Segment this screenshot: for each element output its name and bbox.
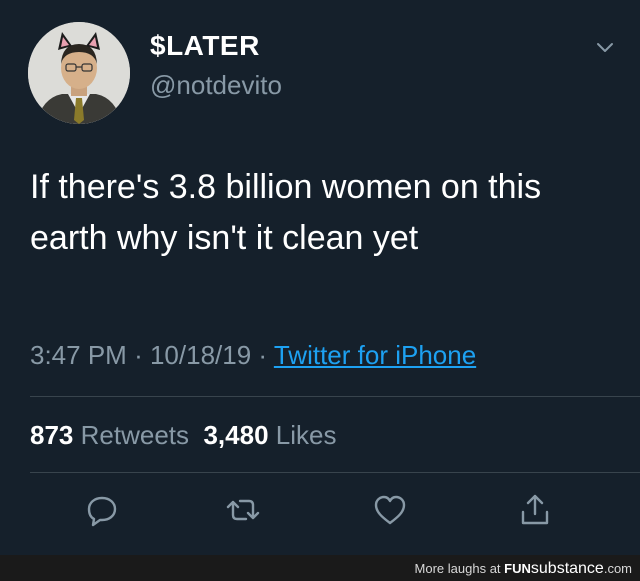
footer-brand-suffix: .com <box>603 561 632 576</box>
reply-icon[interactable] <box>82 490 122 530</box>
footer-brand-substance: substance <box>530 560 604 577</box>
retweet-icon[interactable] <box>223 490 263 530</box>
retweets-stat[interactable]: 873 Retweets <box>30 420 189 450</box>
chevron-down-icon[interactable] <box>592 38 618 58</box>
tweet-meta: 3:47 PM · 10/18/19 · Twitter for iPhone <box>30 340 476 371</box>
divider <box>30 396 640 397</box>
tweet-time: 3:47 PM <box>30 340 127 370</box>
divider <box>30 472 640 473</box>
retweets-label: Retweets <box>80 420 190 450</box>
tweet-date: 10/18/19 <box>149 340 252 370</box>
meta-separator: · <box>134 340 143 370</box>
tweet-stats: 873 Retweets 3,480 Likes <box>30 420 336 451</box>
retweets-count: 873 <box>30 420 74 450</box>
footer-brand-fun: FUN <box>504 561 531 576</box>
avatar-photo <box>28 22 130 124</box>
tweet-source-link[interactable]: Twitter for iPhone <box>274 340 476 370</box>
watermark-footer: More laughs at FUNsubstance.com <box>0 555 640 581</box>
display-name[interactable]: $LATER <box>150 30 260 62</box>
likes-stat[interactable]: 3,480 Likes <box>203 420 336 450</box>
user-handle[interactable]: @notdevito <box>150 70 282 101</box>
avatar[interactable] <box>28 22 130 124</box>
likes-count: 3,480 <box>203 420 269 450</box>
like-icon[interactable] <box>370 490 410 530</box>
tweet-card: $LATER @notdevito If there's 3.8 billion… <box>0 0 640 555</box>
share-icon[interactable] <box>515 490 555 530</box>
footer-prefix: More laughs at <box>414 561 501 576</box>
likes-label: Likes <box>275 420 337 450</box>
meta-separator: · <box>258 340 268 370</box>
tweet-text: If there's 3.8 billion women on this ear… <box>30 168 542 257</box>
